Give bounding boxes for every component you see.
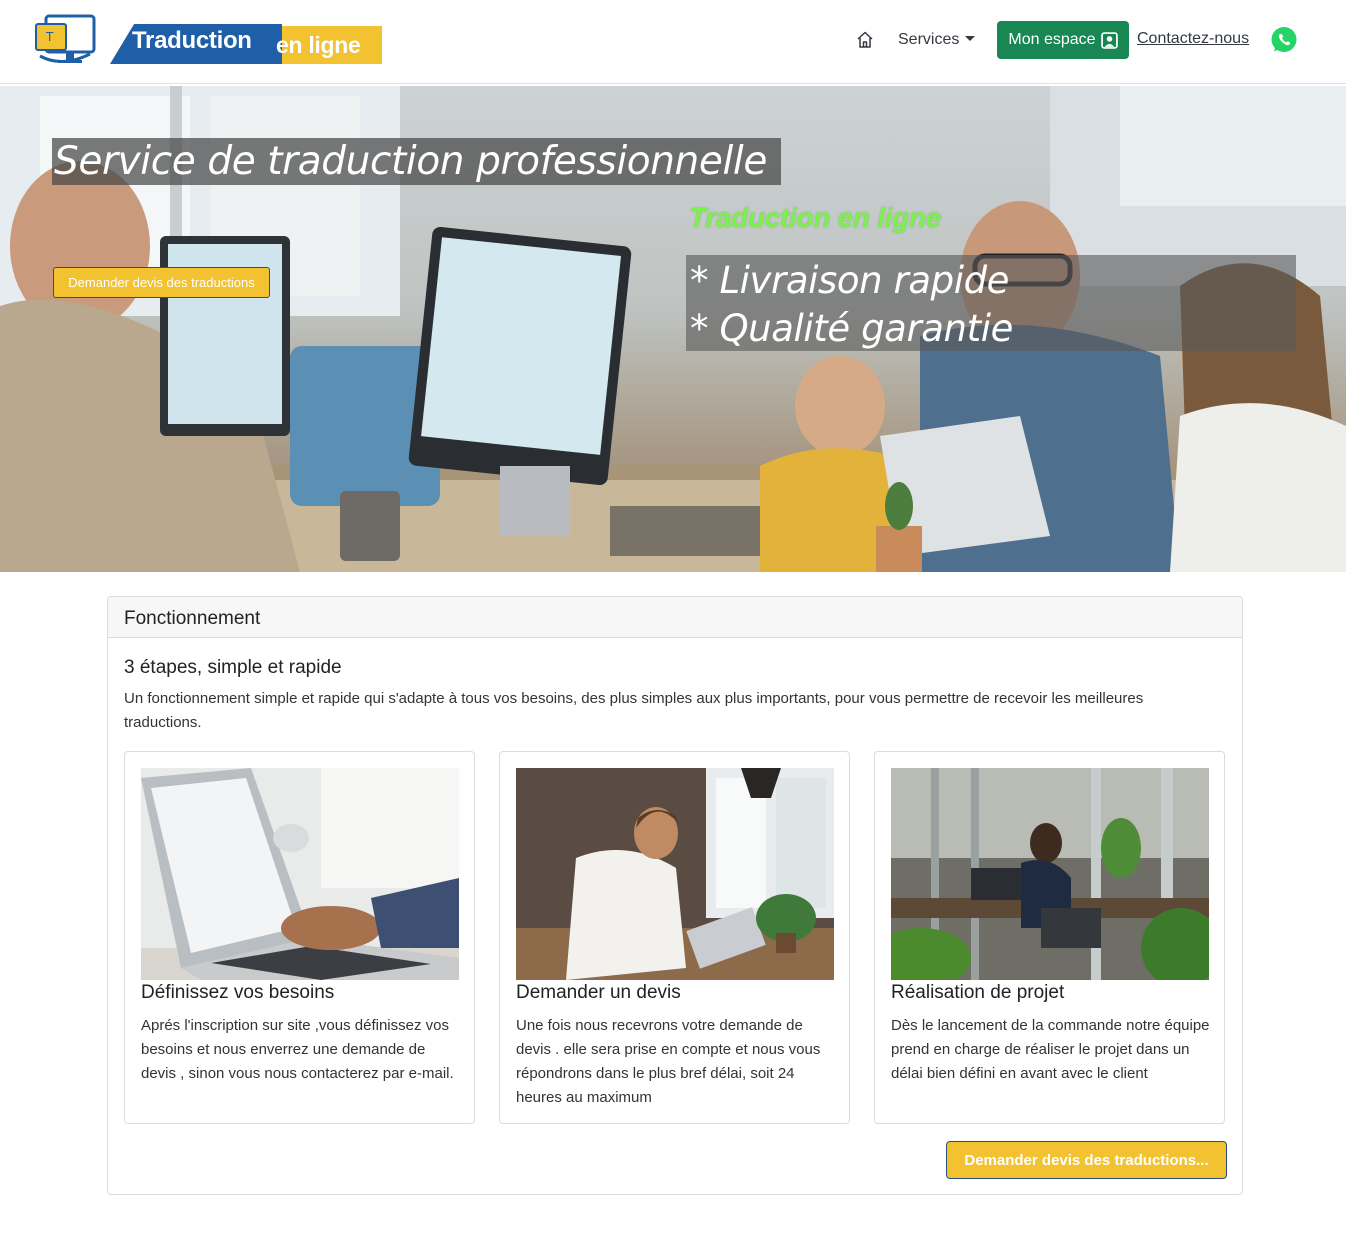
quote-cta-button[interactable]: Demander devis des traductions... xyxy=(946,1141,1227,1179)
caret-down-icon xyxy=(965,36,976,41)
step-title: Demander un devis xyxy=(516,982,681,1003)
section-description: Un fonctionnement simple et rapide qui s… xyxy=(124,690,1144,731)
fonctionnement-card: Fonctionnement 3 étapes, simple et rapid… xyxy=(107,596,1243,1195)
logo-banner: Traduction en ligne xyxy=(110,24,382,64)
hero-feature-quality: * Qualité garantie xyxy=(690,307,1013,350)
man-coffee-laptop-photo xyxy=(516,768,834,980)
user-square-icon xyxy=(1100,31,1118,49)
hero-feature-delivery: * Livraison rapide xyxy=(690,259,1010,302)
step-card-realisation: Réalisation de projet Dès le lancement d… xyxy=(874,751,1225,1124)
step-text: Dès le lancement de la commande notre éq… xyxy=(891,1017,1210,1082)
services-label: Services xyxy=(898,31,960,48)
step-title: Réalisation de projet xyxy=(891,982,1065,1003)
woman-office-workspace-photo xyxy=(891,768,1209,980)
logo-text-accent: en ligne xyxy=(276,32,361,58)
step-text: Une fois nous recevrons votre demande de… xyxy=(516,1017,821,1106)
card-header: Fonctionnement xyxy=(108,597,1242,638)
step-card-besoins: Définissez vos besoins Aprés l'inscripti… xyxy=(124,751,475,1124)
section-title: 3 étapes, simple et rapide xyxy=(124,657,342,678)
services-dropdown[interactable]: Services xyxy=(898,31,976,49)
mon-espace-button[interactable]: Mon espace xyxy=(997,21,1129,59)
navbar: T Traduction en ligne Services Mon espac… xyxy=(0,0,1346,84)
contact-link[interactable]: Contactez-nous xyxy=(1137,30,1249,48)
step-title: Définissez vos besoins xyxy=(141,982,335,1003)
hero-subtitle: Traduction en ligne xyxy=(689,202,942,233)
card-header-title: Fonctionnement xyxy=(124,608,261,629)
svg-text:T: T xyxy=(45,30,54,44)
step-text: Aprés l'inscription sur site ,vous défin… xyxy=(141,1017,454,1082)
laptop-typing-photo xyxy=(141,768,459,980)
hero-quote-button[interactable]: Demander devis des traductions xyxy=(53,267,270,298)
step-card-devis: Demander un devis Une fois nous recevron… xyxy=(499,751,850,1124)
mon-espace-label: Mon espace xyxy=(1008,31,1096,48)
hero-title: Service de traduction professionnelle xyxy=(52,138,781,185)
home-icon[interactable] xyxy=(856,30,874,50)
monitor-logo-icon: T xyxy=(35,14,96,63)
site-logo[interactable]: T Traduction en ligne xyxy=(32,12,384,68)
whatsapp-icon[interactable] xyxy=(1270,26,1298,54)
logo-text-main: Traduction xyxy=(132,27,252,54)
hero-banner: Service de traduction professionnelle De… xyxy=(0,86,1346,572)
